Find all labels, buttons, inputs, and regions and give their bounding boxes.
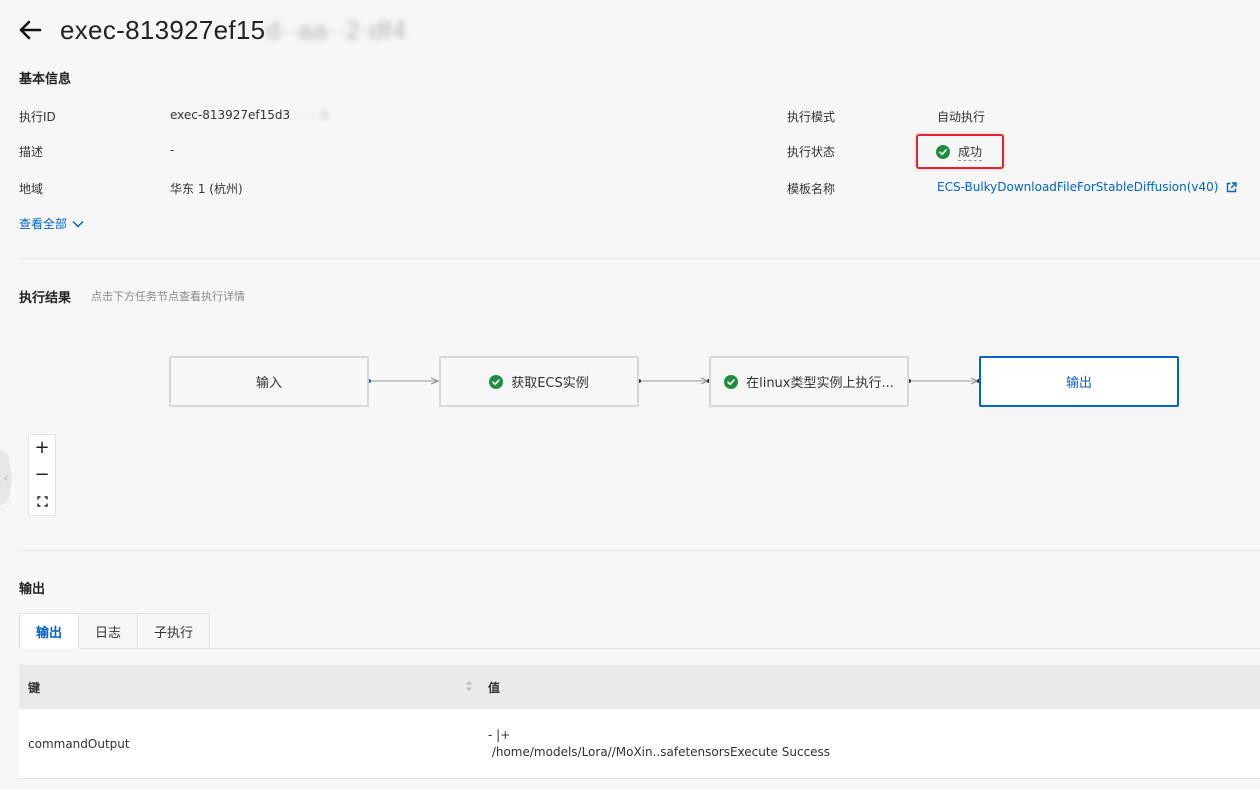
success-check-icon xyxy=(724,374,739,389)
fit-screen-icon[interactable] xyxy=(36,496,48,507)
table-header: 键 值 xyxy=(19,665,1260,709)
output-table: 键 值 commandOutput - |+ /home/models/Lora… xyxy=(19,665,1260,779)
row-value: - |+ /home/models/Lora//MoXin..safetenso… xyxy=(479,727,830,761)
flow-node-input[interactable]: 输入 xyxy=(169,356,369,407)
flow-node-label: 在linux类型实例上执行... xyxy=(746,376,894,391)
output-tabs: 输出 日志 子执行 xyxy=(19,613,211,649)
tab-output[interactable]: 输出 xyxy=(19,613,80,649)
chevron-left-icon[interactable]: ‹ xyxy=(4,471,9,485)
flow-node-label: 输出 xyxy=(1065,376,1092,391)
zoom-out-button[interactable]: − xyxy=(29,462,55,489)
flow-node-label: 获取ECS实例 xyxy=(511,376,589,391)
column-header-key[interactable]: 键 xyxy=(19,665,479,709)
row-key: commandOutput xyxy=(28,736,130,751)
table-row: commandOutput - |+ /home/models/Lora//Mo… xyxy=(19,709,1260,779)
success-check-icon xyxy=(489,374,504,389)
flow-node-label: 输入 xyxy=(255,376,282,391)
sort-icon[interactable] xyxy=(465,679,473,693)
flow-node-run-linux[interactable]: 在linux类型实例上执行... xyxy=(709,356,909,407)
output-title: 输出 xyxy=(19,582,46,597)
column-header-key-label: 键 xyxy=(28,680,41,695)
tab-logs[interactable]: 日志 xyxy=(79,613,139,649)
column-header-value: 值 xyxy=(488,680,501,695)
section-divider xyxy=(19,550,1260,551)
flow-node-get-ecs[interactable]: 获取ECS实例 xyxy=(439,356,639,407)
tab-child-executions[interactable]: 子执行 xyxy=(138,613,211,649)
minus-icon[interactable]: − xyxy=(34,466,49,484)
zoom-in-button[interactable]: + xyxy=(29,435,55,462)
zoom-controls: + − xyxy=(28,434,56,516)
plus-icon[interactable]: + xyxy=(34,439,49,457)
fit-view-button[interactable] xyxy=(29,488,55,515)
row-value-line: - |+ xyxy=(488,727,511,742)
flow-node-output[interactable]: 输出 xyxy=(979,356,1179,407)
row-value-line: /home/models/Lora//MoXin..safetensorsExe… xyxy=(488,744,831,759)
